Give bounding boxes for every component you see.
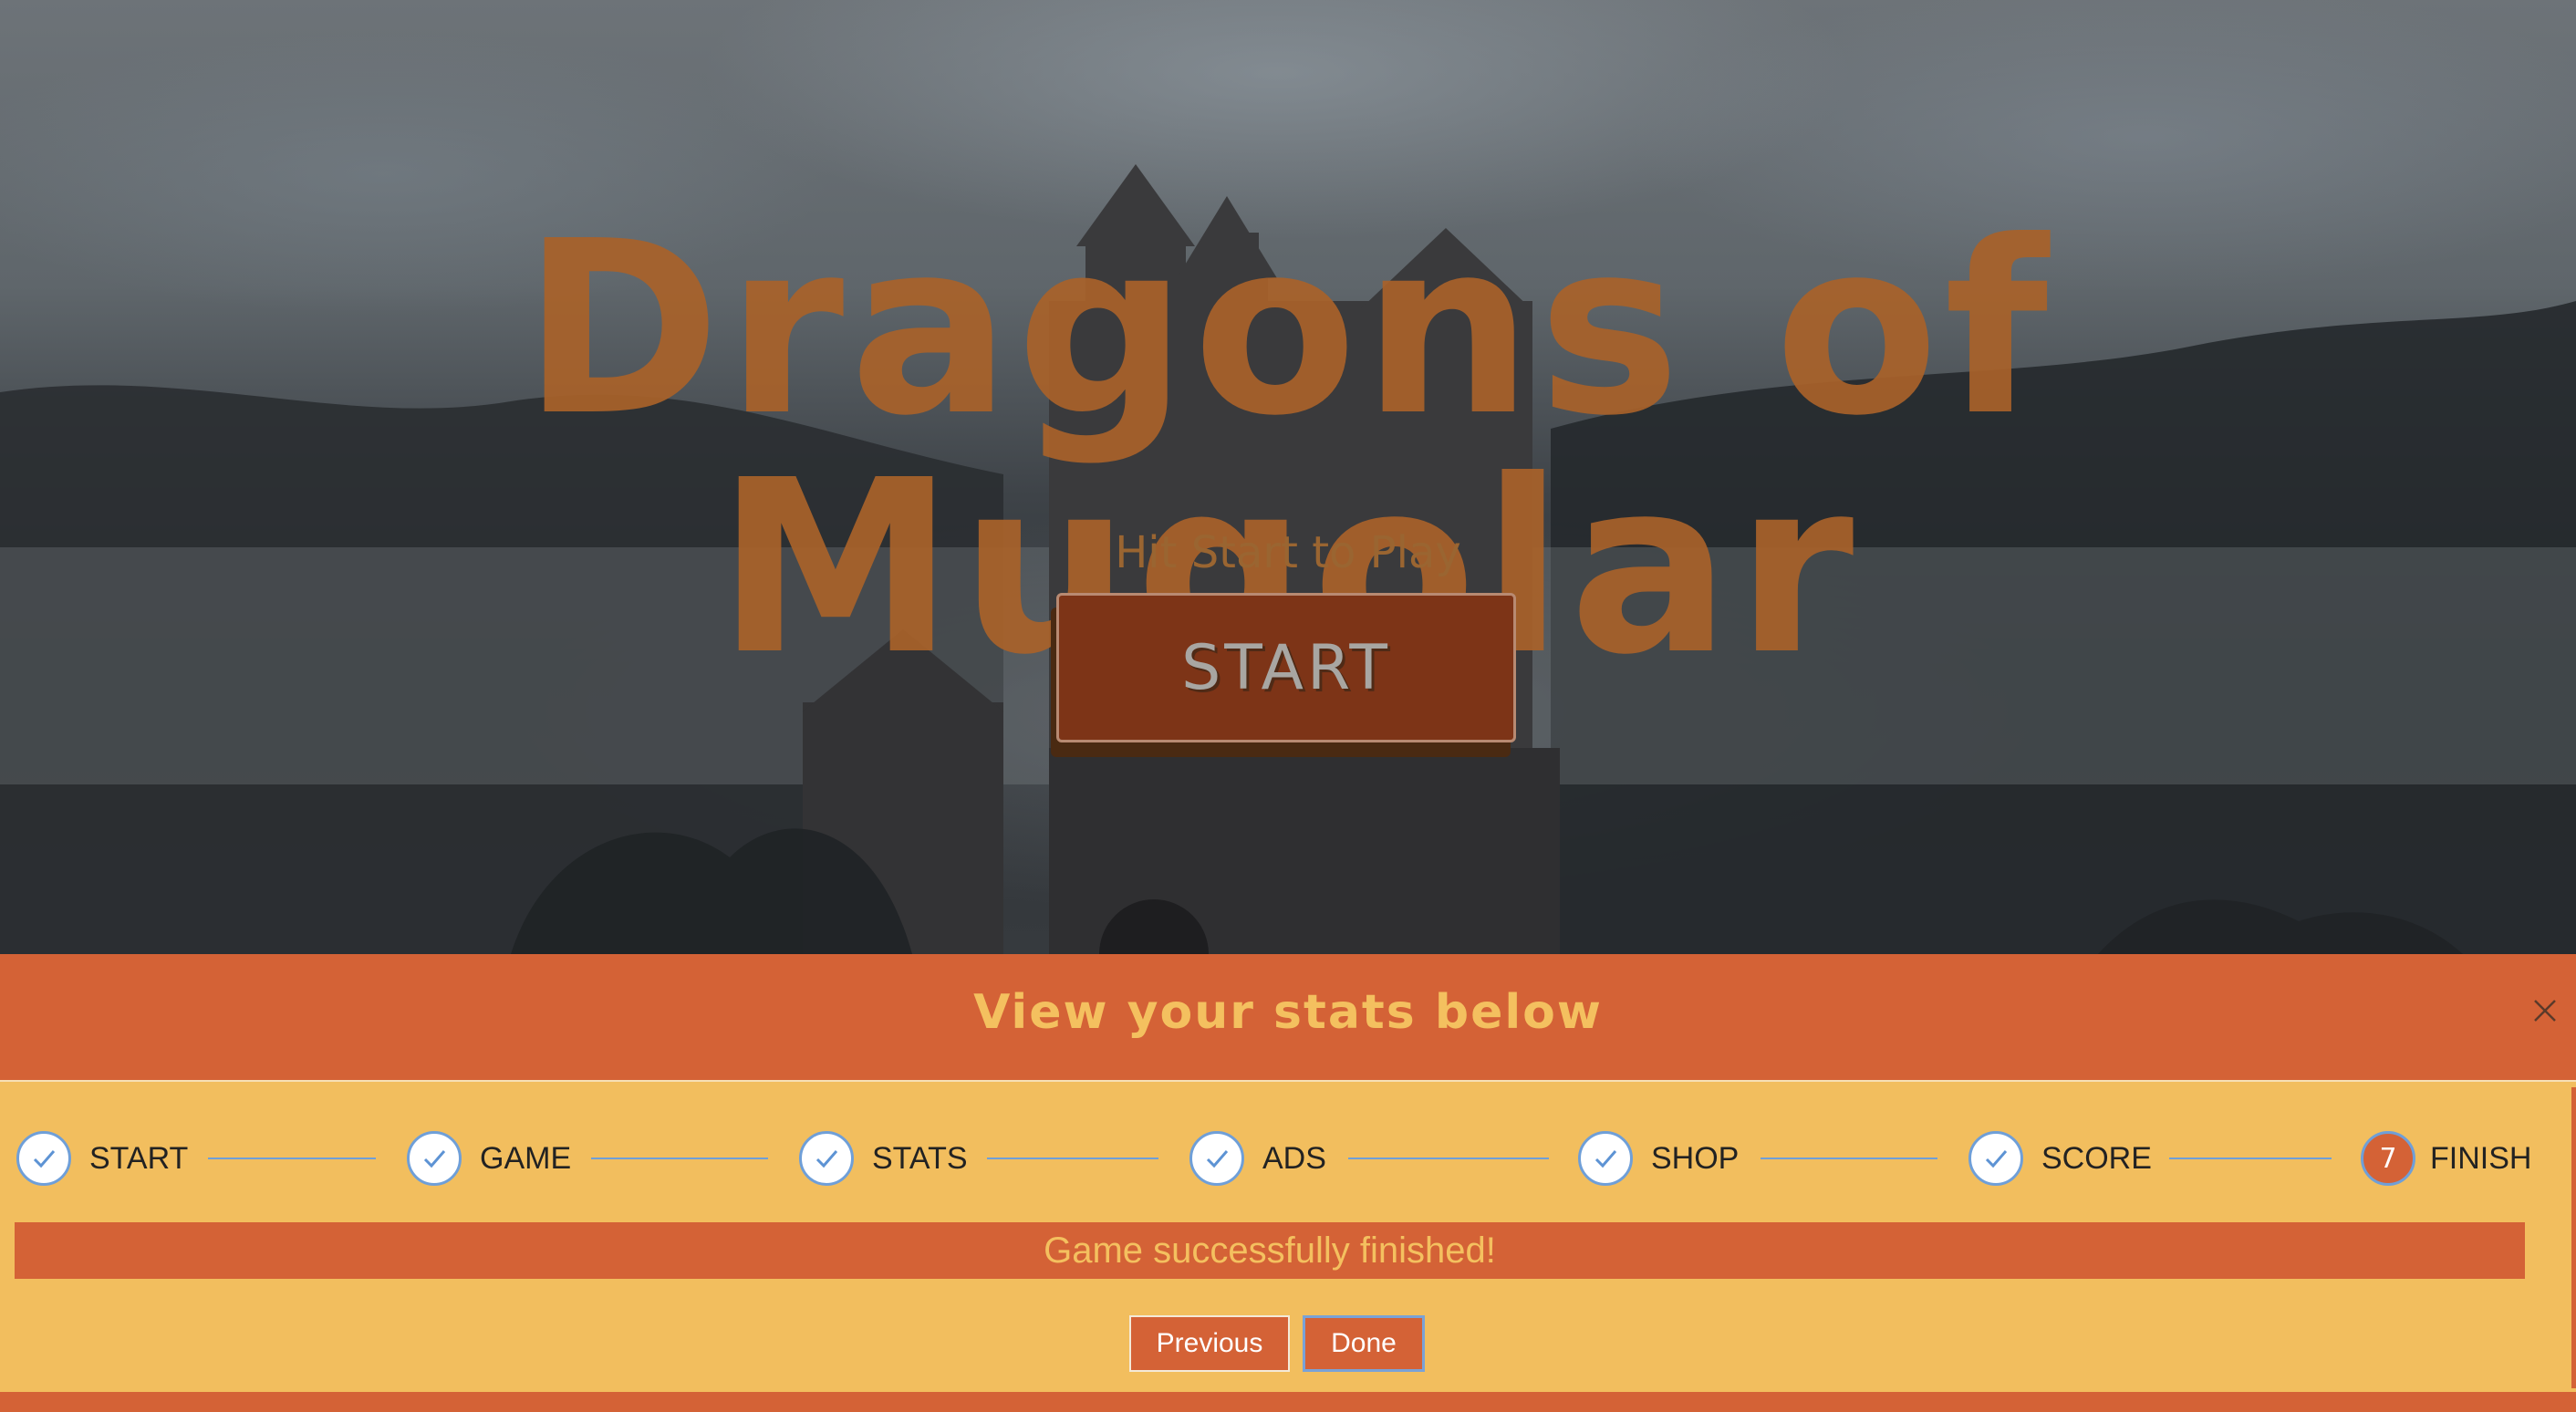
start-button[interactable]: START bbox=[1056, 593, 1516, 742]
step-connector bbox=[208, 1158, 376, 1159]
tour-stepper: START GAME STATS ADS SHOP SCORE 7 FINISH bbox=[0, 1127, 2576, 1189]
footer-strip bbox=[0, 1392, 2576, 1412]
previous-button[interactable]: Previous bbox=[1129, 1315, 1290, 1372]
step-connector bbox=[2169, 1158, 2332, 1159]
check-icon bbox=[1985, 1150, 2008, 1168]
status-message: Game successfully finished! bbox=[1044, 1230, 1496, 1271]
done-button[interactable]: Done bbox=[1303, 1315, 1425, 1372]
step-connector bbox=[987, 1158, 1158, 1159]
step-completed-marker bbox=[1189, 1131, 1244, 1186]
step-completed-marker bbox=[1968, 1131, 2023, 1186]
step-completed-marker bbox=[799, 1131, 854, 1186]
tour-title: View your stats below bbox=[973, 985, 1603, 1040]
start-button-label: START bbox=[1181, 631, 1391, 704]
tour-step-game[interactable]: GAME bbox=[407, 1127, 571, 1189]
tour-panel: START GAME STATS ADS SHOP SCORE 7 FINISH… bbox=[0, 1080, 2576, 1394]
tour-step-score[interactable]: SCORE bbox=[1968, 1127, 2152, 1189]
step-label: START bbox=[89, 1140, 189, 1176]
step-current-marker: 7 bbox=[2361, 1131, 2415, 1186]
check-icon bbox=[1594, 1150, 1617, 1168]
step-completed-marker bbox=[16, 1131, 71, 1186]
step-label: SCORE bbox=[2041, 1140, 2152, 1176]
check-icon bbox=[815, 1150, 838, 1168]
tour-step-finish[interactable]: 7 FINISH bbox=[2361, 1127, 2531, 1189]
step-label: STATS bbox=[872, 1140, 968, 1176]
tour-step-start[interactable]: START bbox=[16, 1127, 188, 1189]
close-icon bbox=[2534, 1000, 2556, 1022]
close-button[interactable] bbox=[2527, 992, 2563, 1029]
tour-step-ads[interactable]: ADS bbox=[1189, 1127, 1326, 1189]
step-label: GAME bbox=[480, 1140, 572, 1176]
step-completed-marker bbox=[407, 1131, 462, 1186]
game-start-screen: Dragons of Mugolar Hit Start to Play STA… bbox=[0, 0, 2576, 954]
step-label: SHOP bbox=[1651, 1140, 1740, 1176]
check-icon bbox=[423, 1150, 446, 1168]
tour-header: View your stats below bbox=[0, 954, 2576, 1080]
check-icon bbox=[1206, 1150, 1229, 1168]
tour-step-stats[interactable]: STATS bbox=[799, 1127, 968, 1189]
check-icon bbox=[33, 1150, 56, 1168]
step-connector bbox=[1348, 1158, 1549, 1159]
step-connector bbox=[591, 1158, 768, 1159]
step-completed-marker bbox=[1578, 1131, 1633, 1186]
step-label: FINISH bbox=[2430, 1140, 2532, 1176]
step-label: ADS bbox=[1262, 1140, 1326, 1176]
step-number: 7 bbox=[2379, 1142, 2397, 1175]
status-message-bar: Game successfully finished! bbox=[15, 1222, 2525, 1279]
game-subtitle: Hit Start to Play bbox=[1115, 527, 1461, 578]
tour-step-shop[interactable]: SHOP bbox=[1578, 1127, 1739, 1189]
step-connector bbox=[1761, 1158, 1937, 1159]
